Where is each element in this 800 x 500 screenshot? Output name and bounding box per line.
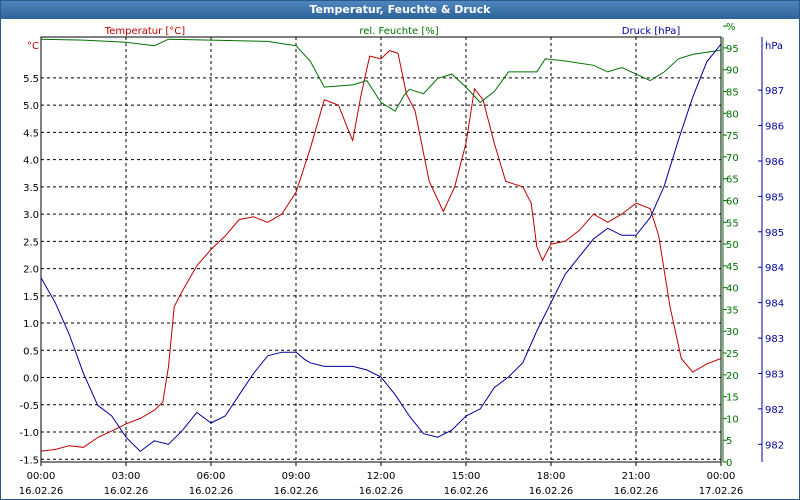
- y-right1-tick-label: 30: [726, 327, 739, 338]
- x-tick-date: 16.02.26: [274, 486, 319, 497]
- x-tick-time: 21:00: [622, 471, 651, 482]
- y-right1-tick-label: 0: [726, 458, 732, 469]
- y-right2-tick-label: 986: [765, 157, 784, 168]
- x-tick-time: 18:00: [537, 471, 566, 482]
- y-left-tick-label: 0.0: [23, 374, 39, 385]
- window-title: Temperatur, Feuchte & Druck: [1, 1, 799, 19]
- y-right1-tick-label: 55: [726, 218, 739, 229]
- y-right2-tick-label: 983: [765, 334, 784, 345]
- y-right1-tick-label: %: [726, 22, 736, 33]
- y-right1-tick-label: 15: [726, 393, 739, 404]
- y-left-tick-label: 2.5: [23, 237, 39, 248]
- right-axis2-unit: hPa: [765, 41, 783, 52]
- y-left-tick-label: 3.0: [23, 210, 39, 221]
- y-right1-tick-label: 10: [726, 414, 739, 425]
- y-left-tick-label: 1.0: [23, 319, 39, 330]
- y-right1-tick-label: 50: [726, 240, 739, 251]
- y-left-tick-label: 4.5: [23, 128, 39, 139]
- y-right1-tick-label: 90: [726, 66, 739, 77]
- x-tick-time: 00:00: [707, 471, 736, 482]
- chart-window: 00:00 16.02.26 03:00 16.02.26 06:00 16.02.26 0…: [0, 0, 800, 500]
- y-right1-tick-label: 60: [726, 196, 739, 207]
- y-right1-tick-label: 95: [726, 44, 739, 55]
- legend-temperature: Temperatur [°C]: [104, 26, 185, 37]
- x-tick-time: 03:00: [112, 471, 141, 482]
- x-tick-time: 12:00: [367, 471, 396, 482]
- y-right1-tick-label: 20: [726, 371, 739, 382]
- y-left-tick-label: 5.5: [23, 74, 39, 85]
- x-tick-date: 16.02.26: [359, 486, 404, 497]
- y-right1-tick-label: 75: [726, 131, 739, 142]
- x-tick-date: 16.02.26: [19, 486, 64, 497]
- legend-humidity: rel. Feuchte [%]: [359, 26, 438, 37]
- left-axis-unit: °C: [27, 41, 39, 52]
- x-tick-time: 15:00: [452, 471, 481, 482]
- x-tick-time: 00:00: [27, 471, 56, 482]
- y-right2-tick-label: 985: [765, 228, 784, 239]
- y-left-tick-label: 4.0: [23, 156, 39, 167]
- y-right2-tick-label: 986: [765, 122, 784, 133]
- y-right1-tick-label: 80: [726, 109, 739, 120]
- y-left-tick-label: 1.5: [23, 292, 39, 303]
- x-tick-date: 17.02.26: [699, 486, 744, 497]
- y-left-tick-label: -0.5: [19, 401, 39, 412]
- y-right1-tick-label: 35: [726, 305, 739, 316]
- y-right1-tick-label: 25: [726, 349, 739, 360]
- y-right1-tick-label: 40: [726, 284, 739, 295]
- y-left-tick-label: 2.0: [23, 265, 39, 276]
- y-right2-tick-label: 982: [765, 440, 784, 451]
- y-right2-tick-label: 982: [765, 405, 784, 416]
- x-tick-date: 16.02.26: [614, 486, 659, 497]
- y-left-tick-label: -1.0: [19, 428, 39, 439]
- y-right1-tick-label: 5: [726, 436, 732, 447]
- x-tick-time: 09:00: [282, 471, 311, 482]
- x-tick-date: 16.02.26: [189, 486, 234, 497]
- y-left-tick-label: 5.0: [23, 101, 39, 112]
- y-right2-tick-label: 983: [765, 369, 784, 380]
- y-right1-tick-label: 70: [726, 153, 739, 164]
- legend-pressure: Druck [hPa]: [622, 26, 681, 37]
- y-right2-tick-label: 984: [765, 263, 784, 274]
- x-tick-date: 16.02.26: [444, 486, 489, 497]
- y-left-tick-label: 3.5: [23, 183, 39, 194]
- x-tick-date: 16.02.26: [529, 486, 574, 497]
- x-tick-date: 16.02.26: [104, 486, 149, 497]
- y-right1-tick-label: 45: [726, 262, 739, 273]
- y-left-tick-label: 0.5: [23, 346, 39, 357]
- chart: 00:00 16.02.26 03:00 16.02.26 06:00 16.02.26 0…: [19, 22, 784, 497]
- y-right2-tick-label: 985: [765, 192, 784, 203]
- y-right2-tick-label: 987: [765, 86, 784, 97]
- y-right2-tick-label: 984: [765, 299, 784, 310]
- y-left-tick-label: -1.5: [19, 455, 39, 466]
- y-right1-tick-label: 65: [726, 175, 739, 186]
- y-right1-tick-label: 85: [726, 87, 739, 98]
- x-tick-time: 06:00: [197, 471, 226, 482]
